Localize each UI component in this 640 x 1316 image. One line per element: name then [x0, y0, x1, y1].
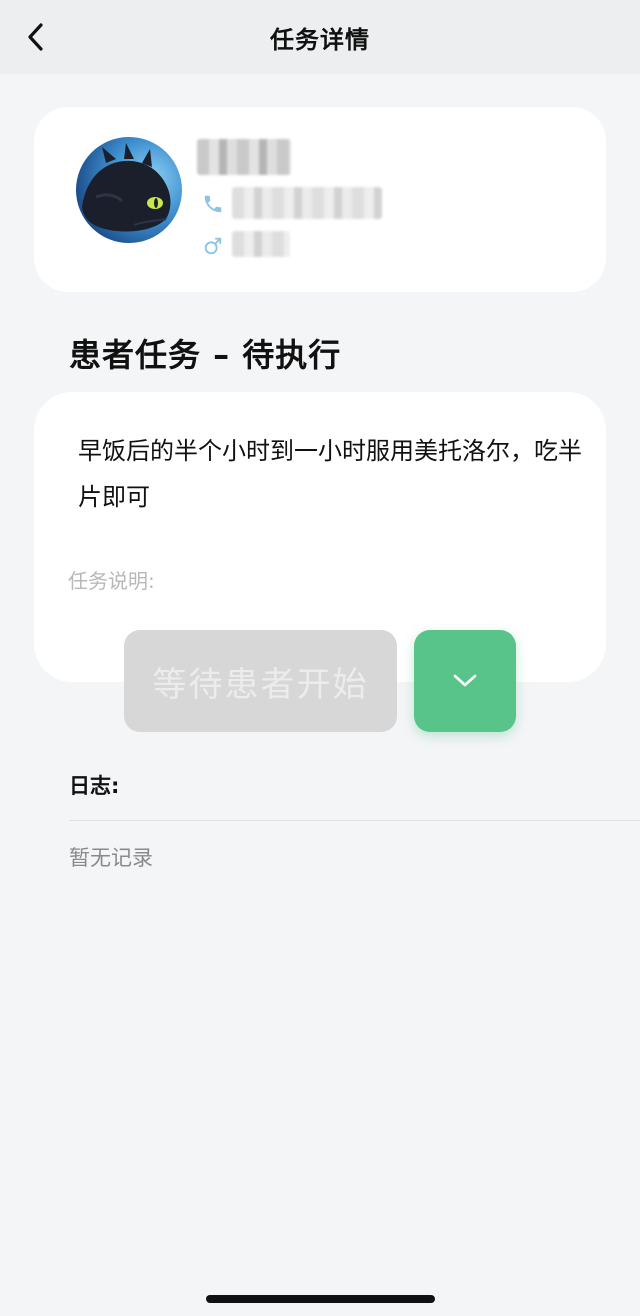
patient-name-redacted [197, 139, 291, 175]
task-description-label: 任务说明: [68, 569, 155, 593]
task-section-title: 患者任务 – 待执行 [69, 336, 342, 374]
phone-icon [204, 195, 222, 213]
patient-phone-redacted [232, 187, 382, 219]
avatar [76, 137, 182, 243]
page-title: 任务详情 [270, 25, 370, 54]
back-button[interactable] [18, 18, 54, 56]
log-empty-text: 暂无记录 [69, 846, 153, 870]
log-label: 日志: [69, 774, 120, 798]
divider [69, 820, 640, 821]
wait-patient-start-button[interactable]: 等待患者开始 [124, 630, 397, 732]
male-icon [204, 237, 222, 255]
expand-toggle-button[interactable] [414, 630, 516, 732]
chevron-left-icon [28, 23, 43, 51]
patient-age-redacted [232, 231, 290, 257]
home-indicator [206, 1295, 435, 1303]
patient-profile-card [34, 107, 606, 292]
nav-bar: 任务详情 [0, 0, 640, 74]
task-content: 早饭后的半个小时到一小时服用美托洛尔，吃半片即可 [78, 437, 582, 511]
chevron-down-icon [453, 674, 477, 687]
